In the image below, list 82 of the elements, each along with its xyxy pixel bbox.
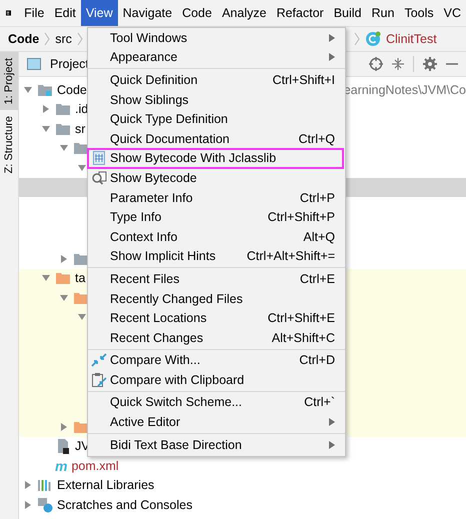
crosshair-icon[interactable] xyxy=(369,57,383,71)
collapsed-arrow-icon[interactable] xyxy=(23,480,33,490)
compare-arrows-icon xyxy=(91,353,107,368)
menu-bar-item[interactable]: File xyxy=(19,0,50,26)
tree-item-label[interactable]: External Libraries xyxy=(57,478,154,492)
tool-window-tab[interactable]: 1: Project xyxy=(0,52,18,110)
collapsed-arrow-icon[interactable] xyxy=(59,254,69,264)
expanded-arrow-icon[interactable] xyxy=(41,273,51,284)
menu-item[interactable]: Quick Documentation Ctrl+Q xyxy=(88,128,345,149)
menu-bar-item[interactable]: Build xyxy=(328,0,366,26)
breadcrumb[interactable]: ClinitTest xyxy=(386,32,437,46)
menu-bar-item[interactable]: Run xyxy=(366,0,400,26)
submenu-arrow-icon xyxy=(329,418,335,426)
menu-bar-item[interactable]: Navigate xyxy=(118,0,178,26)
collapse-all-icon[interactable] xyxy=(392,57,404,71)
menu-item[interactable]: Quick Switch Scheme... Ctrl+` xyxy=(88,392,345,412)
chevron-icon xyxy=(76,32,83,46)
folder-icon xyxy=(73,141,89,156)
menu-bar-item[interactable]: Edit xyxy=(49,0,81,26)
module-path: earningNotes\JVM\Co xyxy=(344,82,466,97)
menu-item[interactable]: Parameter Info Ctrl+P xyxy=(88,188,345,208)
tree-item-label[interactable]: Code xyxy=(57,82,87,97)
libraries-icon xyxy=(37,478,53,492)
menu-item[interactable]: Type Info Ctrl+Shift+P xyxy=(88,207,345,227)
folder-icon xyxy=(73,290,89,305)
class-icon xyxy=(365,31,381,47)
expanded-arrow-icon[interactable] xyxy=(23,84,33,95)
menu-bar-item[interactable]: View xyxy=(80,0,118,26)
file-icon xyxy=(55,438,71,454)
expanded-arrow-icon[interactable] xyxy=(77,162,87,173)
submenu-arrow-icon xyxy=(329,34,335,42)
folder-icon xyxy=(55,271,71,286)
submenu-arrow-icon xyxy=(329,440,335,449)
breadcrumb[interactable]: src xyxy=(55,32,72,46)
collapsed-arrow-icon[interactable] xyxy=(23,500,33,510)
menu-item[interactable]: Quick Definition Ctrl+Shift+I xyxy=(88,70,345,90)
tool-window-tab[interactable]: Z: Structure xyxy=(0,110,18,180)
menu-bar-item[interactable]: Tools xyxy=(399,0,439,26)
chevron-icon xyxy=(44,32,50,46)
maven-icon: m xyxy=(55,458,68,474)
folder-icon xyxy=(73,252,89,266)
menu-bar-item[interactable]: Code xyxy=(177,0,217,26)
folder-icon xyxy=(55,102,71,116)
grid-document-icon xyxy=(93,151,105,166)
submenu-arrow-icon xyxy=(329,53,335,62)
expanded-arrow-icon[interactable] xyxy=(59,143,69,154)
module-folder-icon xyxy=(37,82,53,97)
menu-item[interactable]: Show Implicit Hints Ctrl+Alt+Shift+= xyxy=(88,246,345,266)
folder-icon xyxy=(55,122,71,136)
expanded-arrow-icon[interactable] xyxy=(41,124,51,134)
menu-bar-item[interactable]: Refactor xyxy=(271,0,329,26)
menu-item[interactable]: Appearance xyxy=(88,48,345,68)
collapsed-arrow-icon[interactable] xyxy=(41,104,51,114)
breadcrumb[interactable]: Code xyxy=(8,32,40,46)
tree-item-label[interactable]: ta xyxy=(75,271,86,286)
menu-item[interactable]: Quick Type Definition xyxy=(88,109,345,129)
tree-item-label[interactable]: sr xyxy=(75,122,86,136)
menu-item[interactable]: Show Siblings xyxy=(88,90,345,110)
menu-item[interactable]: Context Info Alt+Q xyxy=(88,226,345,247)
menu-item[interactable]: Active Editor xyxy=(88,412,345,432)
chevron-icon xyxy=(354,32,360,46)
settings-icon[interactable] xyxy=(423,57,437,71)
tree-item-label[interactable]: Scratches and Consoles xyxy=(57,498,192,512)
menu-item[interactable]: Bidi Text Base Direction xyxy=(88,434,345,454)
menu-item[interactable]: Compare with Clipboard xyxy=(88,370,345,390)
menu-bar-item[interactable]: VC xyxy=(438,0,466,26)
expanded-arrow-icon[interactable] xyxy=(77,312,87,322)
menu-item[interactable]: Compare With... Ctrl+D xyxy=(88,350,345,370)
collapsed-arrow-icon[interactable] xyxy=(59,422,69,432)
project-panel-icon xyxy=(27,58,41,70)
menu-item[interactable]: Recent Files Ctrl+E xyxy=(88,269,345,289)
tree-item-label[interactable]: pom.xml xyxy=(71,458,119,473)
folder-icon xyxy=(73,420,89,434)
clipboard-compare-icon xyxy=(91,372,107,388)
menu-bar-item[interactable]: Analyze xyxy=(216,0,272,26)
menu-item[interactable]: Show Bytecode xyxy=(88,168,345,188)
expanded-arrow-icon[interactable] xyxy=(59,292,69,303)
magnifier-document-icon xyxy=(91,170,107,185)
scratches-icon xyxy=(37,496,53,513)
menu-item[interactable]: Recent Changes Alt+Shift+C xyxy=(88,328,345,348)
menu-item[interactable]: Show Bytecode With Jclasslib xyxy=(88,148,343,168)
menu-item[interactable]: Tool Windows xyxy=(88,28,345,48)
